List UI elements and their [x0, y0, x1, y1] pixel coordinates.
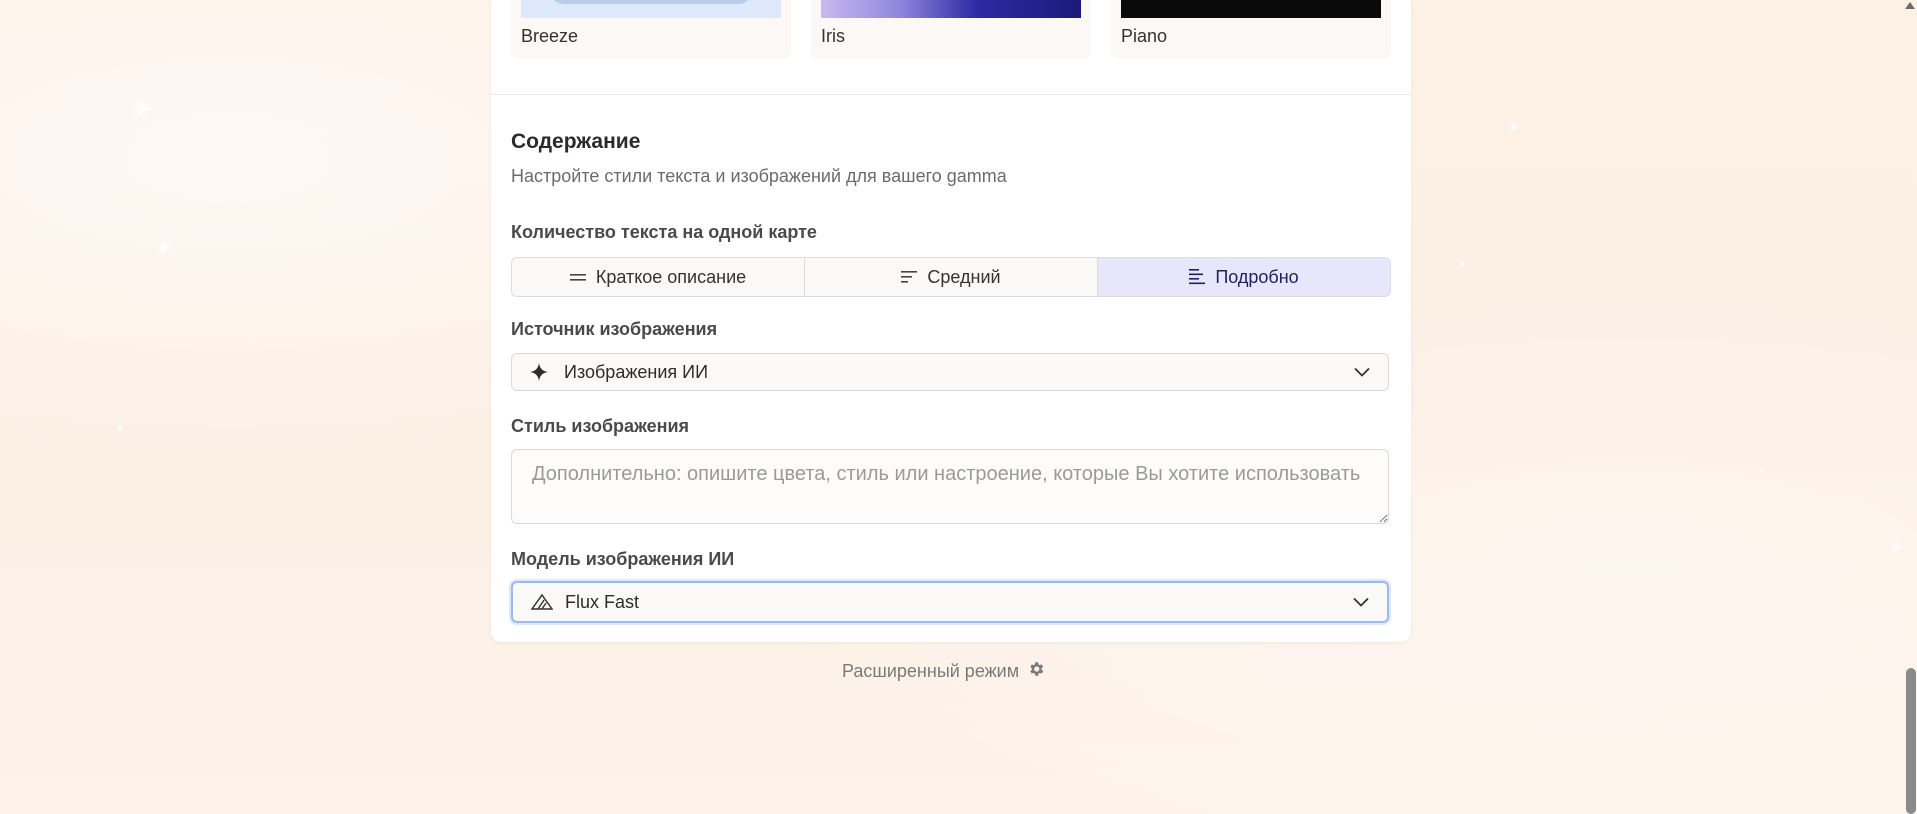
section-title: Содержание [511, 130, 641, 153]
theme-tile-piano[interactable]: Piano [1111, 0, 1391, 58]
image-source-select[interactable]: Изображения ИИ [511, 353, 1389, 391]
settings-card: Breeze Iris Piano Содержание Настройте с… [491, 0, 1411, 642]
background-sparkle: ✦ [130, 94, 152, 124]
theme-preview [1121, 0, 1381, 18]
image-style-label: Стиль изображения [511, 416, 690, 436]
theme-name: Iris [821, 26, 845, 46]
text-amount-medium-label: Средний [927, 266, 1001, 287]
background-dot [1460, 262, 1464, 266]
lines-detailed-icon [1189, 269, 1206, 285]
chevron-down-icon [1353, 597, 1369, 607]
scroll-thumb[interactable] [1906, 668, 1916, 814]
theme-preview [821, 0, 1081, 18]
background-sparkle: ✦ [1508, 119, 1520, 135]
background-sparkle: ✦ [155, 237, 172, 259]
chevron-down-icon [1354, 367, 1370, 377]
text-amount-label: Количество текста на одной карте [511, 222, 817, 242]
theme-name: Breeze [521, 26, 579, 46]
advanced-mode-label: Расширенный режим [842, 661, 1020, 681]
sparkle-icon [530, 363, 552, 381]
image-style-textarea[interactable] [511, 449, 1389, 524]
page-scrollbar[interactable] [1904, 0, 1917, 814]
lines-medium-icon [901, 270, 918, 284]
flux-triangle-icon [531, 594, 553, 610]
image-source-label: Источник изображения [511, 319, 718, 339]
text-amount-medium-button[interactable]: Средний [805, 258, 1098, 296]
theme-row: Breeze Iris Piano [491, 0, 1411, 95]
theme-preview [521, 0, 781, 18]
advanced-mode-button[interactable]: Расширенный режим [842, 660, 1045, 683]
section-subtitle: Настройте стили текста и изображений для… [511, 166, 1007, 186]
background-sparkle: ✦ [1890, 539, 1904, 556]
scroll-up-arrow-icon[interactable] [1905, 2, 1915, 9]
background-dot [118, 425, 122, 429]
text-amount-detailed-label: Подробно [1215, 266, 1299, 287]
ai-model-label: Модель изображения ИИ [511, 549, 735, 569]
text-amount-selector: Краткое описание Средний Подробно [511, 257, 1391, 297]
gear-icon [1027, 660, 1045, 683]
theme-tile-breeze[interactable]: Breeze [511, 0, 791, 58]
text-amount-detailed-button[interactable]: Подробно [1098, 258, 1390, 296]
ai-model-select[interactable]: Flux Fast [511, 581, 1389, 623]
theme-tile-iris[interactable]: Iris [811, 0, 1091, 58]
ai-model-value: Flux Fast [565, 591, 640, 612]
background-dot [1760, 468, 1764, 472]
text-amount-brief-label: Краткое описание [595, 266, 747, 287]
text-amount-brief-button[interactable]: Краткое описание [512, 258, 805, 296]
lines-short-icon [569, 271, 586, 283]
image-source-value: Изображения ИИ [564, 361, 708, 382]
theme-name: Piano [1121, 26, 1168, 46]
